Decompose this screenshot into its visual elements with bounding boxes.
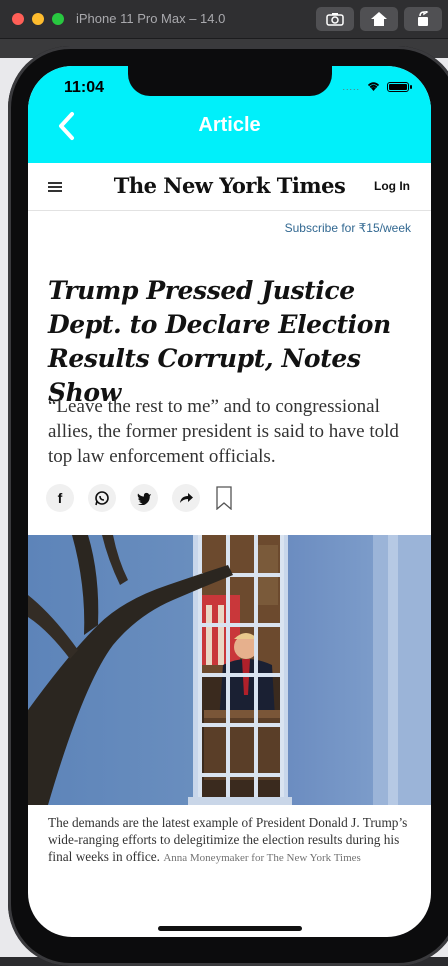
twitter-share-button[interactable]: [130, 484, 158, 512]
rotate-button[interactable]: [404, 7, 442, 31]
simulator-title-bar: iPhone 11 Pro Max – 14.0: [0, 0, 448, 39]
home-indicator[interactable]: [158, 926, 302, 931]
close-window-button[interactable]: [12, 13, 24, 25]
facebook-icon: f: [57, 490, 63, 506]
login-link[interactable]: Log In: [374, 179, 410, 193]
photo-illustration: [28, 535, 431, 805]
home-button[interactable]: [360, 7, 398, 31]
app-bar-title: Article: [198, 114, 261, 136]
zoom-window-button[interactable]: [52, 13, 64, 25]
signal-icon: .....: [342, 81, 360, 92]
home-icon: [371, 12, 387, 26]
notch: [128, 66, 332, 96]
camera-icon: [326, 13, 344, 26]
photo-caption: The demands are the latest example of Pr…: [48, 814, 413, 867]
battery-icon: [387, 81, 412, 92]
whatsapp-icon: [95, 491, 109, 506]
status-time: 11:04: [64, 79, 105, 96]
status-indicators: .....: [342, 81, 412, 92]
screenshot-button[interactable]: [316, 7, 354, 31]
more-share-button[interactable]: [172, 484, 200, 512]
minimize-window-button[interactable]: [32, 13, 44, 25]
photo-credit: Anna Moneymaker for The New York Times: [163, 852, 361, 864]
twitter-icon: [137, 492, 151, 505]
nyt-masthead-logo[interactable]: The New York Times: [28, 173, 431, 198]
phone-screen: 11:04 ..... Article The New York Times L…: [28, 66, 431, 937]
share-toolbar: f: [46, 484, 232, 512]
whatsapp-share-button[interactable]: [88, 484, 116, 512]
facebook-share-button[interactable]: f: [46, 484, 74, 512]
share-arrow-icon: [179, 493, 193, 503]
article-summary: “Leave the rest to me” and to congressio…: [48, 396, 399, 467]
article-headline: Trump Pressed Justice Dept. to Declare E…: [48, 276, 391, 407]
window-title: iPhone 11 Pro Max – 14.0: [76, 11, 226, 26]
nyt-header: The New York Times Log In: [28, 163, 431, 211]
wifi-icon: [367, 82, 380, 91]
rotate-icon: [418, 11, 429, 26]
article-photo: [28, 535, 431, 805]
bookmark-icon[interactable]: [216, 486, 232, 510]
subscribe-link[interactable]: Subscribe for ₹15/week: [285, 221, 411, 235]
